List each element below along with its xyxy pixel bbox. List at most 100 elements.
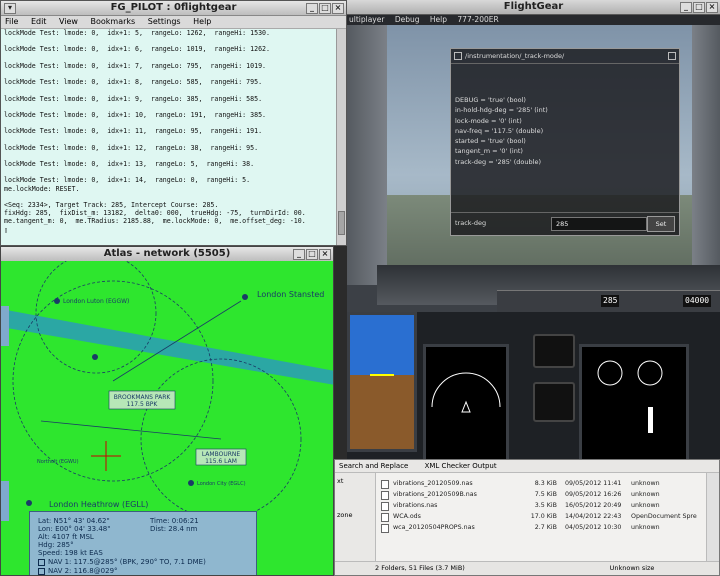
property-item[interactable]: in-hold-hdg-deg = '285' (int)	[455, 105, 548, 115]
menu-help[interactable]: Help	[193, 17, 211, 26]
xml-checker-tab[interactable]: XML Checker Output	[425, 462, 497, 470]
menu-view[interactable]: View	[59, 17, 78, 26]
file-sidebar[interactable]: xt zone	[335, 473, 376, 561]
file-row[interactable]: vibrations.nas 3.5 KiB 16/05/2012 20:49 unk…	[379, 500, 705, 511]
menu-multiplayer[interactable]: ultiplayer	[349, 15, 384, 24]
file-manager-window[interactable]: Search and Replace XML Checker Output xt…	[334, 459, 720, 576]
map-label-heathrow: London Heathrow (EGLL)	[49, 500, 148, 509]
file-list[interactable]: vibrations_20120509.nas 8.3 KiB 09/05/2012…	[379, 478, 705, 533]
property-list[interactable]: DEBUG = 'true' (bool) in-hold-hdg-deg = …	[455, 95, 548, 167]
terminal-line: lockMode Test: lmode: 0, idx+1: 13, rang…	[4, 160, 255, 168]
close-icon[interactable]	[668, 52, 676, 60]
eicas-display	[579, 344, 689, 462]
close-icon[interactable]: ×	[706, 2, 718, 13]
status-bar: 2 Folders, 51 Files (3.7 MiB) Unknown si…	[335, 561, 719, 575]
field-label: track-deg	[455, 219, 487, 227]
terminal-title: FG_PILOT : 0flightgear	[110, 2, 237, 13]
terminal-window[interactable]: ▾ FG_PILOT : 0flightgear _ □ × File Edit…	[0, 0, 347, 246]
scroll-thumb[interactable]	[338, 211, 345, 235]
file-date: 16/05/2012 20:49	[565, 502, 622, 509]
file-name: vibrations.nas	[393, 502, 438, 509]
search-replace-tab[interactable]: Search and Replace	[339, 462, 408, 470]
atlas-window[interactable]: Atlas - network (5505) _ □ × London Luto…	[0, 246, 334, 576]
airport-icon[interactable]	[26, 500, 32, 506]
file-row[interactable]: vibrations_20120509.nas 8.3 KiB 09/05/2012…	[379, 478, 705, 489]
flightgear-title: FlightGear	[503, 1, 564, 12]
maximize-icon[interactable]: □	[306, 249, 318, 260]
airport-icon[interactable]	[188, 480, 194, 486]
mode-control-panel[interactable]: 285 04000	[497, 290, 720, 313]
property-browser-dialog[interactable]: /instrumentation/_track-mode/ DEBUG = 't…	[450, 48, 680, 236]
atlas-titlebar[interactable]: Atlas - network (5505) _ □ ×	[1, 247, 333, 262]
close-icon[interactable]: ×	[332, 3, 344, 14]
terminal-line: lockMode Test: lmode: 0, idx+1: 9, range…	[4, 94, 263, 103]
flightgear-titlebar[interactable]: FlightGear _ □ ×	[347, 0, 720, 15]
sidebar-item[interactable]: zone	[337, 511, 353, 519]
file-icon	[381, 491, 389, 500]
checkbox-icon[interactable]	[454, 52, 462, 60]
terminal-line: me.tangent_m: 0, me.TRadius: 2185.88, me…	[4, 217, 306, 226]
minimize-icon[interactable]: _	[293, 249, 305, 260]
cockpit-frame-right	[692, 25, 720, 285]
dialog-titlebar[interactable]: /instrumentation/_track-mode/	[451, 49, 679, 64]
terminal-line: lockMode Test: lmode: 0, idx+1: 6, range…	[4, 45, 270, 54]
maximize-icon[interactable]: □	[693, 2, 705, 13]
terminal-output[interactable]: lockMode Test: lmode: 0, idx+1: 5, range…	[1, 29, 336, 245]
standby-altimeter	[533, 382, 575, 422]
info-speed: Speed: 198 kt EAS	[38, 549, 103, 557]
property-item[interactable]: started = 'true' (bool)	[455, 136, 548, 146]
info-hdg: Hdg: 285°	[38, 541, 74, 549]
menu-help[interactable]: Help	[430, 15, 447, 24]
nd-display	[423, 344, 509, 464]
property-item[interactable]: tangent_m = '0' (int)	[455, 146, 548, 156]
pfd-display	[347, 312, 417, 452]
nav1-checkbox[interactable]	[38, 558, 45, 566]
property-item[interactable]: DEBUG = 'true' (bool)	[455, 95, 548, 105]
menu-debug[interactable]: Debug	[395, 15, 420, 24]
nav2-text: NAV 2: 116.8@029°	[48, 567, 118, 575]
menu-bookmarks[interactable]: Bookmarks	[91, 17, 136, 26]
property-value-input[interactable]: 285	[551, 217, 647, 231]
property-item[interactable]: track-deg = '285' (double)	[455, 157, 548, 167]
file-type: unknown	[631, 491, 660, 498]
file-row[interactable]: wca_20120504PROPS.nas 2.7 KiB 04/05/2012 1…	[379, 522, 705, 533]
file-row[interactable]: WCA.ods 17.0 KiB 14/04/2012 22:43 OpenDocum…	[379, 511, 705, 522]
map-label-lambourne-freq: 115.6 LAM	[205, 458, 237, 465]
maximize-icon[interactable]: □	[319, 3, 331, 14]
property-item[interactable]: nav-freq = '117.5' (double)	[455, 126, 548, 136]
vor-icon[interactable]	[92, 354, 98, 360]
terminal-line: lockMode Test: lmode: 0, idx+1: 5, range…	[4, 29, 270, 37]
minimize-icon[interactable]: _	[680, 2, 692, 13]
atlas-title: Atlas - network (5505)	[103, 248, 231, 259]
menu-settings[interactable]: Settings	[148, 17, 181, 26]
property-item[interactable]: lock-mode = '0' (int)	[455, 116, 548, 126]
close-icon[interactable]: ×	[319, 249, 331, 260]
terminal-titlebar[interactable]: ▾ FG_PILOT : 0flightgear _ □ ×	[1, 1, 346, 16]
window-menu-icon[interactable]: ▾	[4, 3, 16, 14]
airport-icon[interactable]	[242, 294, 248, 300]
file-row[interactable]: vibrations_20120509B.nas 7.5 KiB 09/05/201…	[379, 489, 705, 500]
menu-edit[interactable]: Edit	[31, 17, 47, 26]
set-button[interactable]: Set	[647, 216, 675, 232]
instrument-panel	[347, 312, 720, 468]
airport-icon[interactable]	[54, 298, 60, 304]
status-size: Unknown size	[609, 564, 655, 572]
terminal-scrollbar[interactable]	[336, 29, 346, 245]
menu-aircraft[interactable]: 777-200ER	[457, 15, 498, 24]
sidebar-item[interactable]: xt	[337, 477, 343, 485]
map-label-luton: London Luton (EGGW)	[63, 298, 129, 305]
nav2-checkbox[interactable]	[38, 567, 45, 575]
flightgear-window[interactable]: FlightGear _ □ × ultiplayer Debug Help 7…	[347, 0, 720, 468]
file-type: unknown	[631, 502, 660, 509]
nav1-row[interactable]: NAV 1: 117.5@285° (BPK, 290° TO, 7.1 DME…	[38, 558, 206, 566]
menu-file[interactable]: File	[5, 17, 18, 26]
file-name: WCA.ods	[393, 513, 421, 520]
nav2-row[interactable]: NAV 2: 116.8@029°	[38, 567, 118, 575]
terminal-line: lockMode Test: lmode: 0, idx+1: 8, range…	[4, 78, 263, 87]
file-list-scrollbar[interactable]	[706, 473, 719, 561]
minimize-icon[interactable]: _	[306, 3, 318, 14]
file-date: 09/05/2012 16:26	[565, 491, 622, 498]
